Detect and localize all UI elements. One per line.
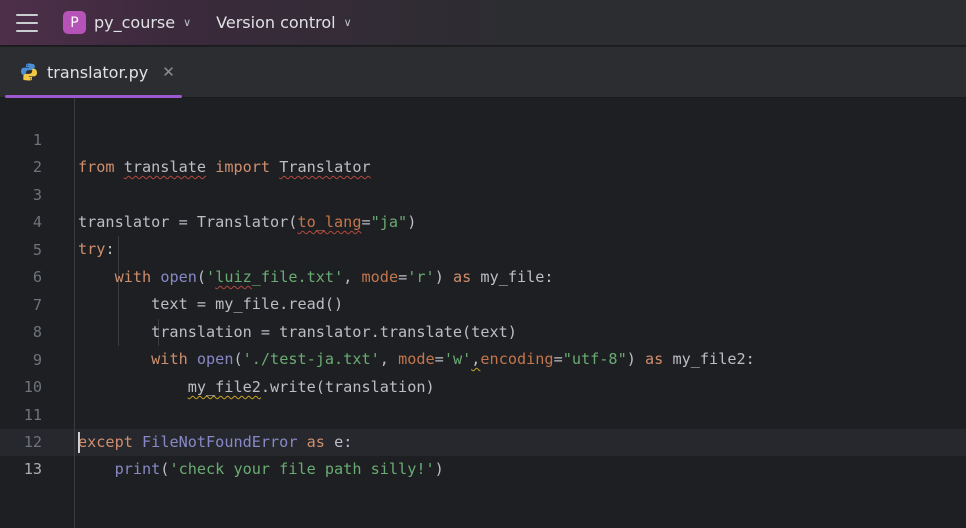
code-line-5: 5 with open('luiz_file.txt', mode='r') a… (0, 210, 966, 286)
project-name: py_course (94, 13, 176, 32)
project-badge: P (63, 11, 86, 34)
code-line-2: 2 (0, 127, 966, 176)
tab-translator-py[interactable]: translator.py ✕ (5, 47, 182, 98)
python-icon (21, 63, 37, 81)
editor-tab-bar: translator.py ✕ (0, 47, 966, 98)
code-line-3: 3 translator = Translator(to_lang="ja") (0, 155, 966, 231)
code-text: print('check your file path silly!') (114, 460, 444, 478)
code-line-11: 11 except FileNotFoundError as e: (0, 375, 966, 451)
version-control-menu[interactable]: Version control ∨ (216, 13, 351, 32)
code-line-8: 8 with open('./test-ja.txt', mode='w',en… (0, 292, 966, 368)
code-line-6: 6 text = my_file.read() (0, 237, 966, 313)
code-line-4: 4 try: (0, 182, 966, 258)
version-control-label: Version control (216, 13, 336, 32)
code-editor[interactable]: 1 from translate import Translator 2 3 t… (0, 98, 966, 528)
tab-label: translator.py (47, 62, 149, 82)
title-bar: P py_course ∨ Version control ∨ (0, 0, 966, 46)
code-line-9: 9 my_file2.write(translation) (0, 320, 966, 396)
close-icon[interactable]: ✕ (162, 63, 175, 81)
line-number: 13 (23, 460, 42, 478)
code-line-12: 12 print('check your file path silly!') (0, 402, 966, 478)
code-line-1: 1 from translate import Translator (0, 100, 966, 176)
main-menu-icon[interactable] (16, 13, 38, 32)
project-selector[interactable]: P py_course ∨ (63, 11, 191, 34)
code-line-7: 7 translation = translator.translate(tex… (0, 265, 966, 341)
text-caret (78, 432, 80, 453)
code-line-10: 10 (0, 347, 966, 396)
chevron-down-icon: ∨ (343, 16, 352, 29)
chevron-down-icon: ∨ (183, 16, 192, 29)
code-line-13: 13 (0, 429, 966, 478)
